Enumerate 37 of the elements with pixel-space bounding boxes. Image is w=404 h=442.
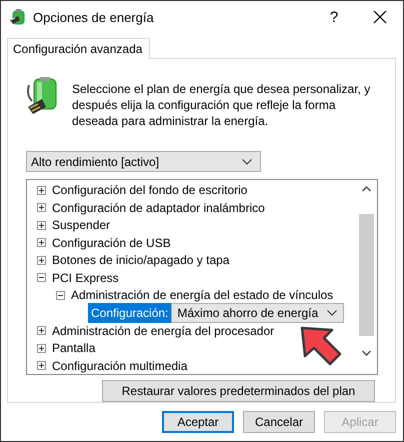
- tree-item[interactable]: Administración de energía del estado de vínculos: [71, 288, 334, 302]
- scrollbar-thumb[interactable]: [359, 214, 374, 336]
- expand-icon[interactable]: [37, 256, 46, 265]
- close-icon[interactable]: [373, 10, 387, 24]
- setting-label: Configuración:: [88, 302, 172, 323]
- expand-icon[interactable]: [37, 186, 46, 195]
- expand-icon[interactable]: [37, 220, 46, 230]
- scroll-down-icon[interactable]: [362, 350, 371, 356]
- chevron-down-icon: [242, 158, 252, 165]
- battery-plug-icon: [9, 8, 27, 26]
- tree-item[interactable]: PCI Express: [52, 270, 119, 285]
- scroll-up-icon[interactable]: [362, 186, 371, 192]
- expand-icon[interactable]: [37, 361, 46, 370]
- tree-item[interactable]: Suspender: [52, 218, 110, 232]
- expand-icon[interactable]: [37, 326, 46, 336]
- tree-item[interactable]: Configuración del fondo de escritorio: [52, 183, 248, 198]
- expand-icon[interactable]: [37, 238, 46, 248]
- expand-icon[interactable]: [37, 203, 46, 212]
- dialog-button[interactable]: Cancelar: [243, 411, 315, 433]
- tree-item[interactable]: Configuración de USB: [52, 236, 171, 250]
- tree-item[interactable]: Configuración de adaptador inalámbrico: [52, 200, 265, 215]
- dialog-button[interactable]: Aceptar: [162, 411, 234, 433]
- plan-dropdown[interactable]: Alto rendimiento [activo]: [26, 151, 261, 172]
- expand-icon[interactable]: [37, 344, 46, 353]
- tree-item[interactable]: Botones de inicio/apagado y tapa: [52, 253, 230, 268]
- restore-defaults-button[interactable]: Restaurar valores predeterminados del plan: [102, 380, 375, 402]
- tree-item[interactable]: Configuración multimedia: [52, 358, 188, 373]
- chevron-down-icon: [327, 310, 338, 316]
- help-button[interactable]: ?: [311, 8, 357, 26]
- setting-dropdown[interactable]: Máximo ahorro de energía: [171, 302, 344, 323]
- tab[interactable]: Configuración avanzada: [7, 38, 150, 59]
- tree-item[interactable]: Pantalla: [52, 341, 96, 356]
- description-text: Seleccione el plan de energía que desea personalizar, y después elija la configuración que refleje la forma deseada para administrar la energía.: [72, 81, 372, 129]
- collapse-icon[interactable]: [56, 290, 65, 300]
- window-title: Opciones de energía: [33, 10, 155, 24]
- collapse-icon[interactable]: [37, 273, 46, 282]
- tree-item[interactable]: Administración de energía del procesador: [52, 324, 274, 338]
